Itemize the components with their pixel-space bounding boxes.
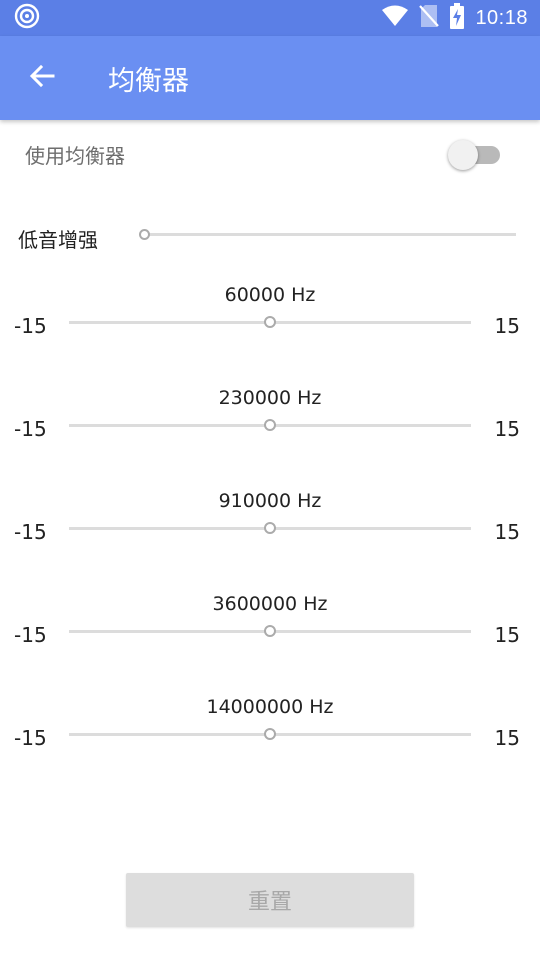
band-slider-thumb[interactable] [264, 522, 276, 534]
band-max-label: 15 [494, 623, 520, 647]
band-slider-thumb[interactable] [264, 728, 276, 740]
eq-band-4: 3600000 Hz -15 15 [0, 593, 540, 673]
band-max-label: 15 [494, 726, 520, 750]
eq-band-3: 910000 Hz -15 15 [0, 490, 540, 570]
app-bar: 均衡器 [0, 36, 540, 120]
band-slider-thumb[interactable] [264, 419, 276, 431]
band-max-label: 15 [494, 314, 520, 338]
equalizer-switch[interactable] [448, 140, 502, 170]
band-min-label: -15 [14, 314, 47, 338]
switch-thumb [448, 140, 478, 170]
reset-button[interactable]: 重置 [126, 873, 414, 927]
band-frequency-label: 230000 Hz [218, 387, 322, 409]
bass-boost-label: 低音增强 [18, 228, 98, 252]
bass-boost-slider[interactable] [144, 233, 516, 236]
band-min-label: -15 [14, 520, 47, 544]
band-min-label: -15 [14, 417, 47, 441]
wifi-icon [381, 5, 409, 31]
band-min-label: -15 [14, 726, 47, 750]
equalizer-toggle-row[interactable]: 使用均衡器 [0, 120, 540, 190]
target-icon [14, 3, 40, 33]
band-min-label: -15 [14, 623, 47, 647]
bass-boost-row: 低音增强 [0, 212, 540, 258]
band-frequency-label: 3600000 Hz [212, 593, 328, 615]
band-frequency-label: 60000 Hz [224, 284, 316, 306]
status-time: 10:18 [475, 6, 528, 29]
eq-band-5: 14000000 Hz -15 15 [0, 696, 540, 776]
band-max-label: 15 [494, 417, 520, 441]
band-frequency-label: 910000 Hz [218, 490, 322, 512]
band-slider-thumb[interactable] [264, 316, 276, 328]
band-slider-thumb[interactable] [264, 625, 276, 637]
back-button[interactable] [14, 50, 70, 106]
bass-boost-thumb[interactable] [139, 229, 150, 240]
battery-charging-icon [449, 3, 465, 33]
arrow-left-icon [28, 62, 56, 94]
status-bar: 10:18 [0, 0, 540, 36]
band-frequency-label: 14000000 Hz [206, 696, 334, 718]
equalizer-toggle-label: 使用均衡器 [25, 144, 125, 168]
eq-band-1: 60000 Hz -15 15 [0, 284, 540, 364]
page-title: 均衡器 [108, 65, 189, 97]
band-max-label: 15 [494, 520, 520, 544]
eq-band-2: 230000 Hz -15 15 [0, 387, 540, 467]
no-sim-icon [419, 4, 440, 32]
